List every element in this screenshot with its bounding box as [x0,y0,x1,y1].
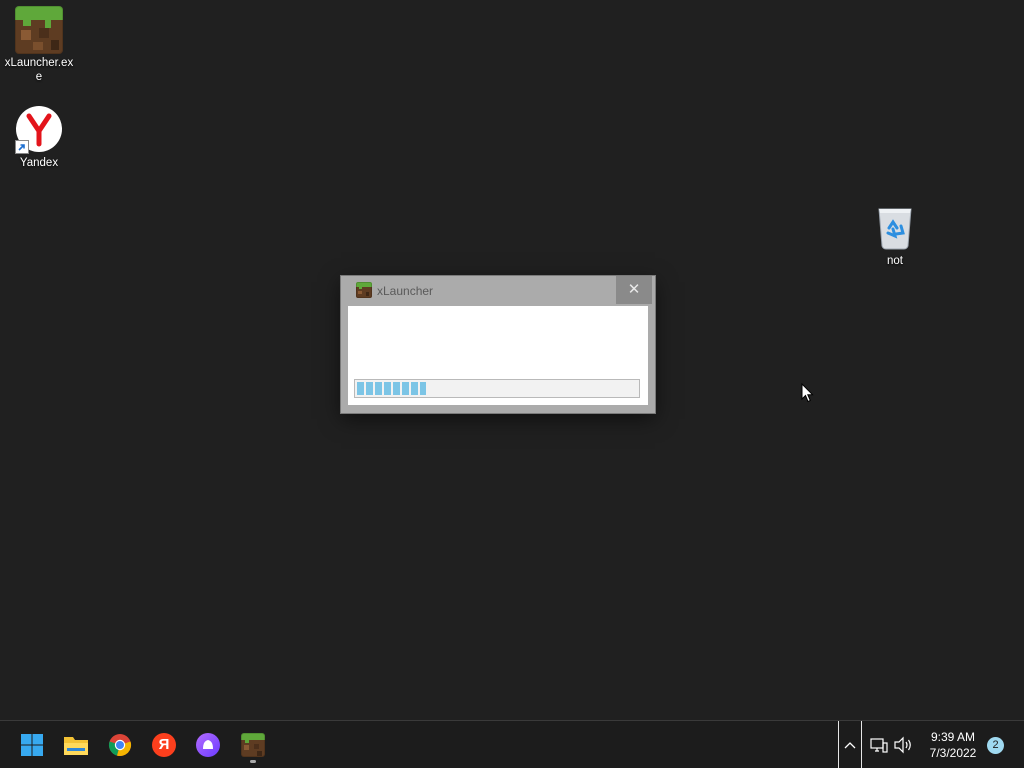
desktop: xLauncher.exe Yandex not xLauncher ✕ [0,0,1024,720]
yandex-glyph: Я [158,736,170,753]
volume-tray-button[interactable] [893,735,913,755]
mouse-cursor-icon [801,382,815,408]
desktop-icon-label: not [887,255,903,267]
show-hidden-icons-button[interactable] [838,721,862,768]
taskbar-file-explorer[interactable] [54,721,98,768]
close-button[interactable]: ✕ [616,276,652,304]
taskbar: Я 9:39 AM 7/3/2022 2 [0,720,1024,768]
yandex-browser-icon [15,106,63,154]
shortcut-arrow-icon [15,140,29,154]
taskbar-clock[interactable]: 9:39 AM 7/3/2022 [918,729,988,761]
xlauncher-window: xLauncher ✕ [341,276,655,413]
start-button[interactable] [10,721,54,768]
desktop-icon-xlauncher[interactable]: xLauncher.exe [1,6,77,84]
desktop-icon-label: Yandex [19,157,59,169]
progress-fill [357,382,426,395]
taskbar-xlauncher[interactable] [231,721,275,768]
windows-start-icon [21,733,43,756]
desktop-icon-recycle-bin[interactable]: not [857,204,933,268]
clock-time: 9:39 AM [930,730,976,744]
recycle-bin-icon [871,204,919,252]
chevron-up-icon [844,741,856,748]
taskbar-yandex[interactable]: Я [142,721,186,768]
taskbar-chrome[interactable] [98,721,142,768]
chrome-icon [108,733,132,756]
alice-icon [196,732,220,757]
close-icon: ✕ [627,281,641,298]
loading-progress-bar [354,379,640,398]
window-titlebar[interactable]: xLauncher ✕ [341,276,655,305]
desktop-icon-label: xLauncher.exe [4,57,74,83]
minecraft-grass-block-icon [241,732,265,757]
minecraft-grass-block-icon [356,282,372,298]
network-icon [870,738,888,753]
desktop-icon-yandex[interactable]: Yandex [1,106,77,170]
window-title: xLauncher [377,284,434,298]
minecraft-grass-block-icon [15,6,63,54]
file-explorer-icon [64,736,88,755]
clock-date: 7/3/2022 [929,746,977,760]
running-indicator [250,760,256,763]
network-tray-button[interactable] [869,735,889,755]
volume-icon [894,736,911,754]
window-content [348,306,648,405]
notification-badge[interactable]: 2 [987,737,1004,754]
taskbar-alice[interactable] [186,721,230,768]
